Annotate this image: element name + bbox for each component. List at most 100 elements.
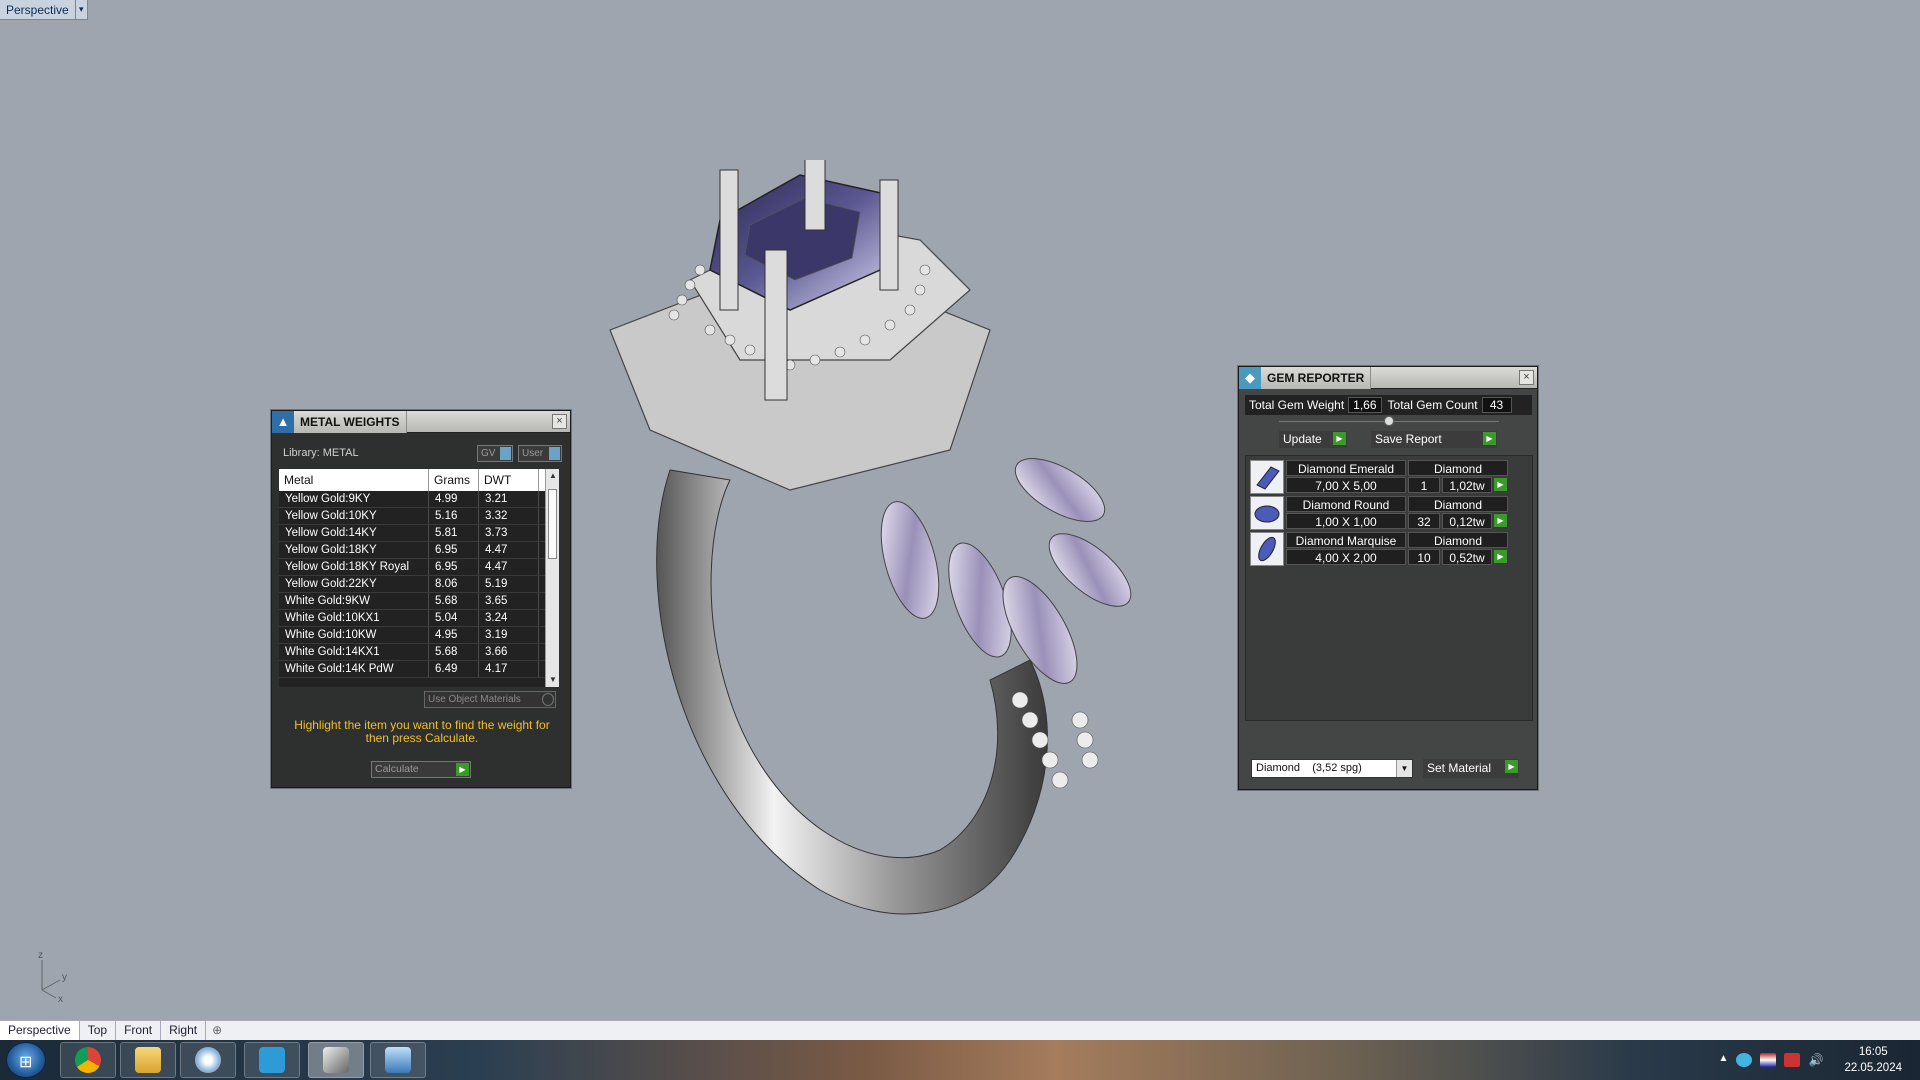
gem-reporter-panel: ◆ GEM REPORTER × Total Gem Weight 1,66 T… — [1238, 366, 1538, 790]
viewport-title[interactable]: Perspective — [0, 3, 75, 17]
total-gem-count-value: 43 — [1481, 397, 1512, 413]
play-arrow-icon[interactable]: ▶ — [1494, 478, 1507, 491]
chevron-down-icon[interactable]: ▾ — [74, 0, 87, 20]
gv-toggle[interactable]: GV — [477, 445, 513, 462]
close-icon[interactable]: × — [1519, 370, 1534, 385]
table-row[interactable]: White Gold:9KW 5.68 3.65 — [279, 593, 559, 610]
ring-model[interactable] — [590, 160, 1170, 920]
play-arrow-icon[interactable]: ▶ — [1494, 514, 1507, 527]
table-row[interactable]: Yellow Gold:22KY 8.06 5.19 — [279, 576, 559, 593]
grams-cell: 5.04 — [429, 610, 479, 626]
clock-date: 22.05.2024 — [1844, 1062, 1902, 1074]
splitter-handle[interactable] — [1384, 416, 1394, 426]
gem-material: Diamond — [1408, 532, 1508, 548]
paint-icon[interactable] — [180, 1042, 236, 1078]
metal-table[interactable]: Metal Grams DWT Yellow Gold:9KY 4.99 3.21 Y… — [279, 469, 559, 687]
network-globe-icon[interactable] — [1736, 1053, 1753, 1067]
scroll-down-icon[interactable]: ▼ — [546, 673, 559, 687]
table-row[interactable]: Yellow Gold:9KY 4.99 3.21 — [279, 491, 559, 508]
play-arrow-icon[interactable]: ▶ — [1333, 432, 1346, 445]
table-row[interactable]: Yellow Gold:18KY Royal 6.95 4.47 — [279, 559, 559, 576]
metal-name-cell: White Gold:10KW — [279, 627, 429, 643]
metal-table-scrollbar[interactable]: ▲ ▼ — [545, 469, 559, 687]
metal-name-cell: Yellow Gold:9KY — [279, 491, 429, 507]
play-arrow-icon[interactable]: ▶ — [1494, 550, 1507, 563]
volume-icon[interactable]: 🔊 — [1808, 1053, 1824, 1067]
metal-name-cell: White Gold:14K PdW — [279, 661, 429, 677]
gem-size: 7,00 X 5,00 — [1286, 477, 1406, 493]
gem-size: 4,00 X 2,00 — [1286, 549, 1406, 565]
add-tab-icon[interactable]: ⊕ — [206, 1021, 228, 1040]
play-arrow-icon[interactable]: ▶ — [456, 763, 469, 776]
grams-cell: 6.95 — [429, 542, 479, 558]
flag-icon[interactable] — [1760, 1053, 1777, 1067]
tab-front[interactable]: Front — [116, 1021, 162, 1040]
play-arrow-icon[interactable]: ▶ — [1483, 432, 1496, 445]
scroll-thumb[interactable] — [548, 489, 557, 559]
chrome-icon[interactable] — [60, 1042, 116, 1078]
dwt-cell: 3.66 — [479, 644, 539, 660]
clock[interactable]: 16:05 22.05.2024 — [1844, 1044, 1902, 1076]
axis-indicator: z y x — [38, 950, 67, 1003]
table-row[interactable]: White Gold:10KW 4.95 3.19 — [279, 627, 559, 644]
tab-perspective[interactable]: Perspective — [0, 1021, 80, 1040]
gem-material: Diamond — [1408, 496, 1508, 512]
start-button[interactable]: ⊞ — [6, 1042, 46, 1078]
gem-count: 1 — [1408, 477, 1440, 493]
total-gem-count-label: Total Gem Count — [1387, 398, 1478, 412]
update-label: Update — [1283, 432, 1322, 446]
tab-top[interactable]: Top — [80, 1021, 117, 1040]
tab-right[interactable]: Right — [161, 1021, 207, 1040]
gem-item[interactable]: Diamond Emerald Diamond 7,00 X 5,00 1 1,… — [1250, 460, 1508, 494]
gem-material: Diamond — [1408, 460, 1508, 476]
column-header-metal[interactable]: Metal — [279, 469, 429, 491]
save-report-label: Save Report — [1375, 432, 1442, 446]
tray-expand-icon[interactable]: ▲ — [1718, 1053, 1728, 1067]
gem-item[interactable]: Diamond Round Diamond 1,00 X 1,00 32 0,1… — [1250, 496, 1508, 530]
table-row[interactable]: Yellow Gold:14KY 5.81 3.73 — [279, 525, 559, 542]
viewport-label[interactable]: Perspective ▾ — [0, 0, 88, 20]
table-row[interactable]: Yellow Gold:18KY 6.95 4.47 — [279, 542, 559, 559]
table-row[interactable]: White Gold:10KX1 5.04 3.24 — [279, 610, 559, 627]
gem-name: Diamond Round — [1286, 496, 1406, 512]
grams-cell: 4.95 — [429, 627, 479, 643]
play-arrow-icon[interactable]: ▶ — [1505, 760, 1518, 773]
gem-reporter-titlebar[interactable]: ◆ GEM REPORTER × — [1239, 366, 1537, 389]
metal-name-cell: Yellow Gold:18KY Royal — [279, 559, 429, 575]
explorer-icon[interactable] — [120, 1042, 176, 1078]
table-row[interactable]: White Gold:14K PdW 6.49 4.17 — [279, 661, 559, 678]
set-material-button[interactable]: Set Material ▶ — [1423, 759, 1519, 778]
dwt-cell: 3.73 — [479, 525, 539, 541]
toggle-indicator-icon — [500, 447, 511, 460]
round-cut-icon — [1250, 496, 1284, 530]
monitor-icon[interactable] — [1784, 1053, 1801, 1067]
rhino-icon[interactable] — [308, 1042, 364, 1078]
viewport-tabs: Perspective Top Front Right ⊕ — [0, 1020, 1920, 1040]
user-toggle[interactable]: User — [518, 445, 562, 462]
dwt-cell: 4.47 — [479, 559, 539, 575]
use-object-materials-toggle[interactable]: Use Object Materials — [424, 691, 556, 708]
grams-cell: 5.81 — [429, 525, 479, 541]
metal-name-cell: Yellow Gold:14KY — [279, 525, 429, 541]
axis-z-label: z — [38, 950, 43, 961]
dwt-cell: 4.47 — [479, 542, 539, 558]
dwt-cell: 3.19 — [479, 627, 539, 643]
metal-weights-titlebar[interactable]: ▲ METAL WEIGHTS × — [272, 410, 570, 433]
gem-item[interactable]: Diamond Marquise Diamond 4,00 X 2,00 10 … — [1250, 532, 1508, 566]
metal-weights-hint: Highlight the item you want to find the … — [294, 718, 550, 745]
dwt-cell: 3.65 — [479, 593, 539, 609]
table-row[interactable]: Yellow Gold:10KY 5.16 3.32 — [279, 508, 559, 525]
window-icon[interactable] — [370, 1042, 426, 1078]
total-gem-weight-label: Total Gem Weight — [1249, 398, 1345, 412]
column-header-grams[interactable]: Grams — [429, 469, 479, 491]
material-select[interactable]: Diamond (3,52 spg) ▼ — [1251, 759, 1413, 778]
update-button[interactable]: Update ▶ — [1279, 431, 1347, 448]
scroll-up-icon[interactable]: ▲ — [546, 469, 559, 483]
table-row[interactable]: White Gold:14KX1 5.68 3.66 — [279, 644, 559, 661]
chevron-down-icon[interactable]: ▼ — [1396, 760, 1412, 777]
close-icon[interactable]: × — [552, 414, 567, 429]
column-header-dwt[interactable]: DWT — [479, 469, 539, 491]
calculate-button[interactable]: Calculate ▶ — [371, 761, 471, 778]
v6-icon[interactable] — [244, 1042, 300, 1078]
save-report-button[interactable]: Save Report ▶ — [1371, 431, 1497, 448]
